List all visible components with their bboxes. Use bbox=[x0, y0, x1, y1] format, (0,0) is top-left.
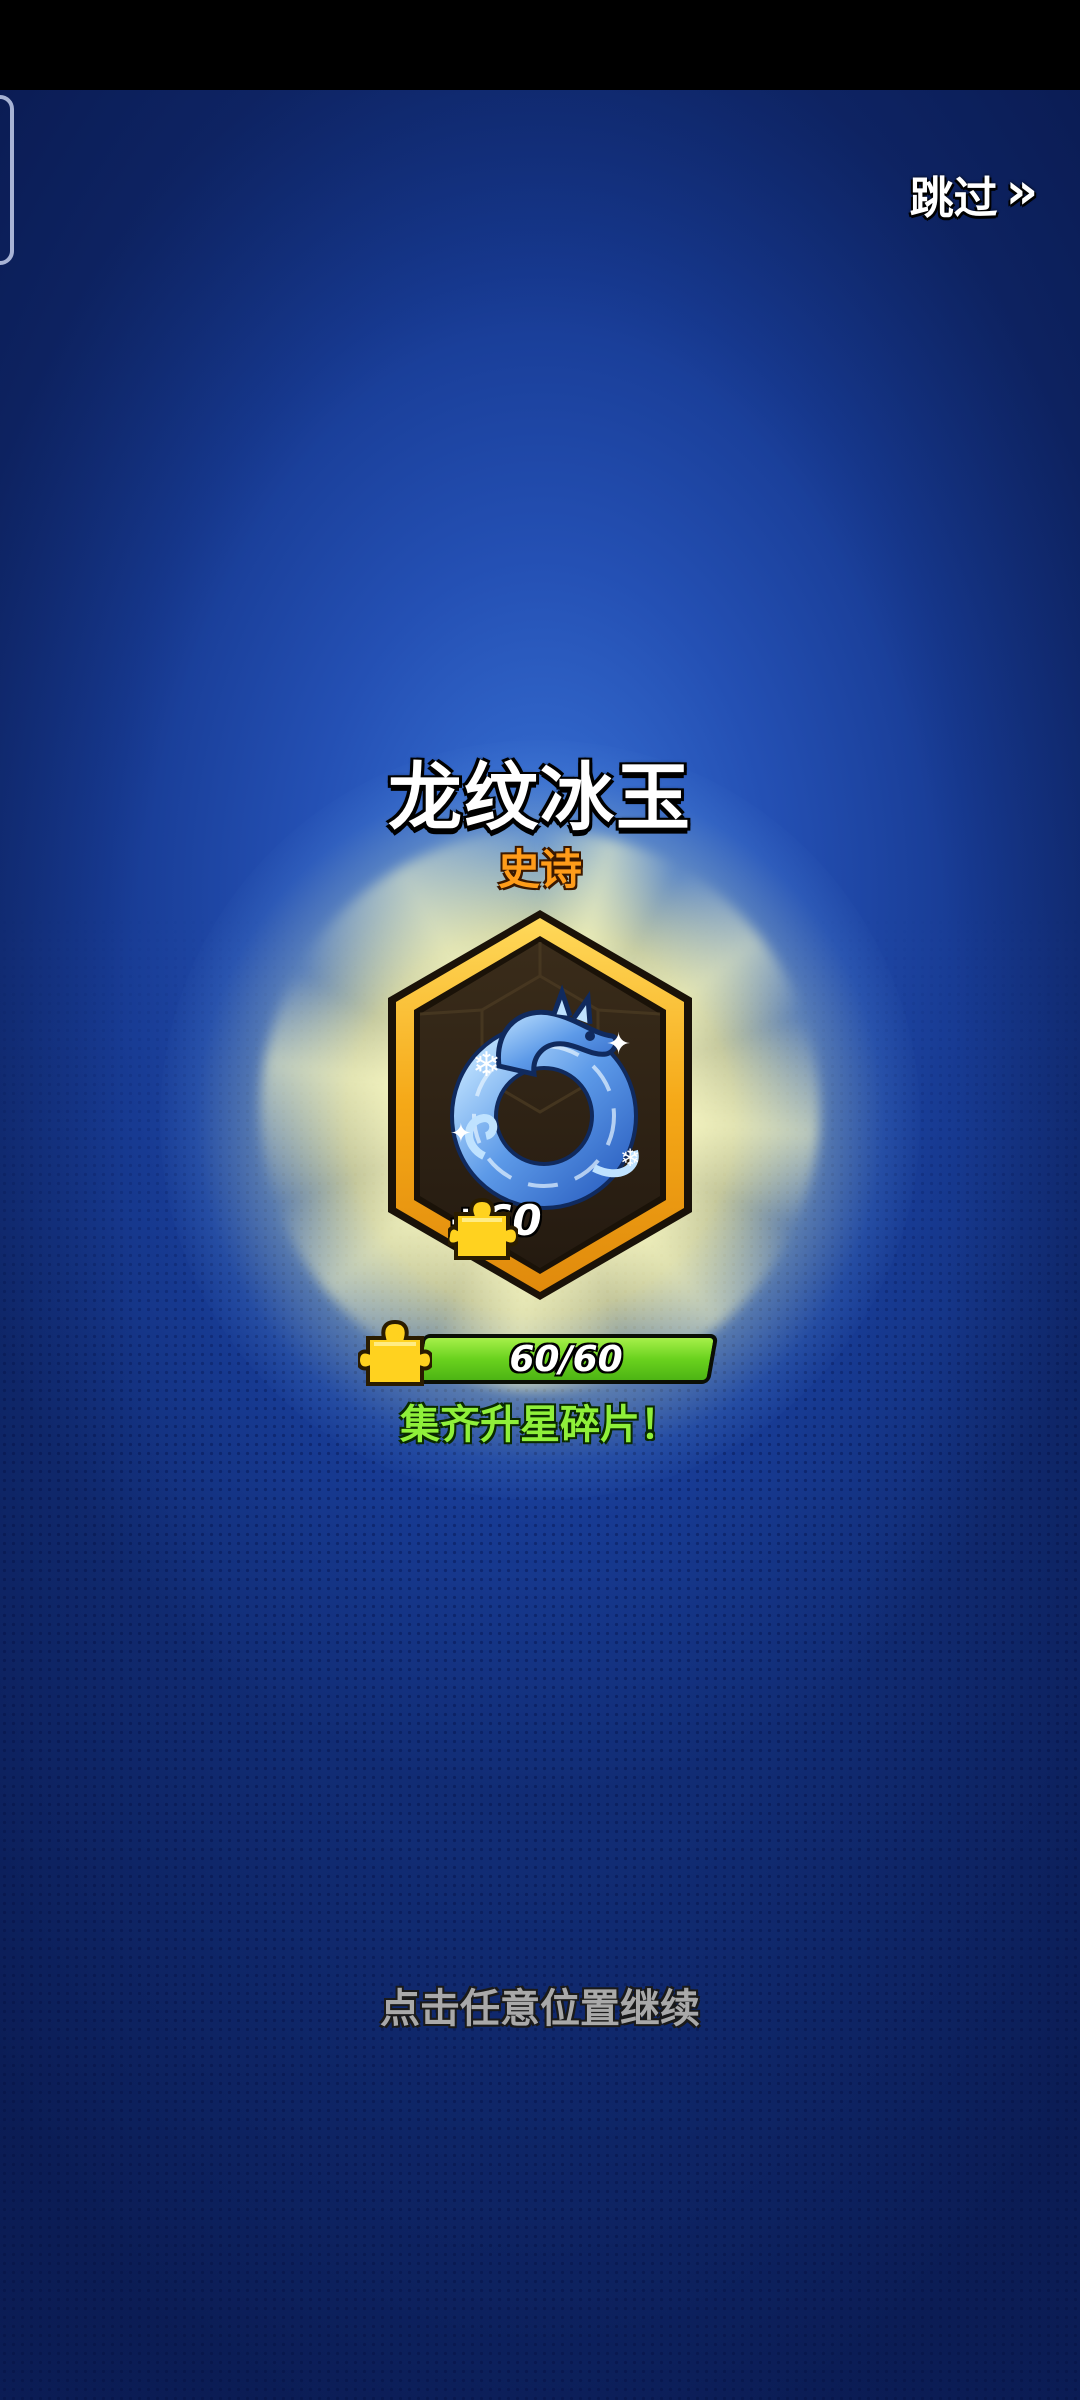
progress-status: 集齐升星碎片！ bbox=[400, 1402, 680, 1448]
skip-label: 跳过 bbox=[909, 173, 998, 224]
puzzle-piece-icon bbox=[358, 1319, 432, 1386]
shard-progress: 60/60 bbox=[358, 1316, 720, 1390]
side-panel-edge bbox=[0, 95, 14, 265]
reward-card: ❄ ❄ ✦ ✦ +60 bbox=[384, 906, 696, 1304]
svg-text:✦: ✦ bbox=[606, 1027, 631, 1062]
shard-gain: +60 bbox=[448, 1196, 542, 1260]
double-chevron-right-icon: » bbox=[1005, 162, 1038, 220]
progress-count: 60/60 bbox=[509, 1338, 623, 1380]
reward-screen[interactable]: 跳过 » 龙纹冰玉 史诗 ❄ ❄ ✦ ✦ 60/60 集齐升星碎片！ 点击任意位… bbox=[0, 0, 1080, 2400]
reward-title: 龙纹冰玉 bbox=[388, 755, 692, 841]
svg-text:❄: ❄ bbox=[620, 1144, 640, 1172]
rarity-label: 史诗 bbox=[497, 845, 582, 894]
status-bar bbox=[0, 0, 1080, 90]
continue-hint: 点击任意位置继续 bbox=[380, 1986, 700, 2032]
svg-text:❄: ❄ bbox=[472, 1045, 501, 1085]
svg-text:✦: ✦ bbox=[450, 1119, 472, 1149]
skip-button[interactable]: 跳过 » bbox=[909, 162, 1038, 226]
puzzle-piece-icon bbox=[448, 1197, 518, 1260]
